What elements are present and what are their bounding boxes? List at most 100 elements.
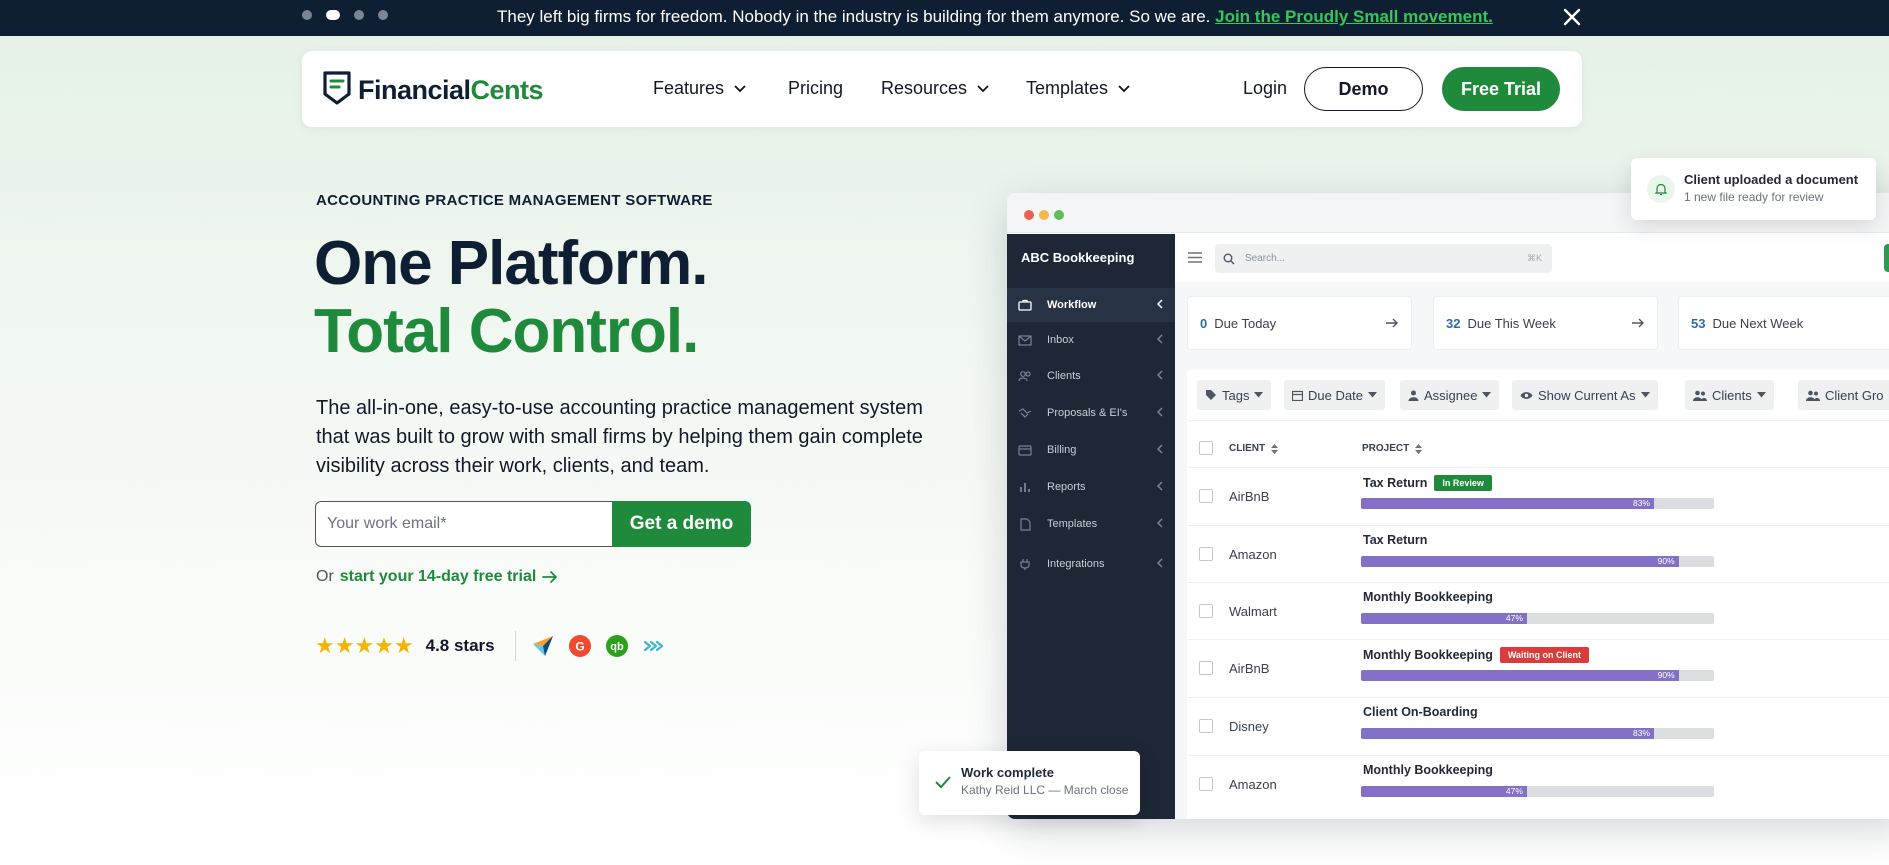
progress-label: 47% xyxy=(1505,613,1523,623)
carousel-dot[interactable] xyxy=(302,10,312,20)
row-checkbox[interactable] xyxy=(1199,489,1213,503)
project-cell[interactable]: Tax Return xyxy=(1363,533,1427,547)
sidebar-item-billing[interactable]: Billing xyxy=(1007,433,1175,467)
demo-button[interactable]: Demo xyxy=(1304,67,1423,111)
sidebar-item-label: Reports xyxy=(1047,481,1086,493)
announcement-link[interactable]: Join the Proudly Small movement. xyxy=(1215,7,1493,26)
column-header-project[interactable]: PROJECT xyxy=(1362,443,1423,454)
free-trial-button[interactable]: Free Trial xyxy=(1442,67,1560,111)
progress-fill: 90% xyxy=(1361,670,1679,681)
work-email-input[interactable] xyxy=(315,501,612,547)
nav-features-label: Features xyxy=(653,78,725,98)
trial-line: Or start your 14-day free trial xyxy=(316,568,558,586)
client-cell[interactable]: Amazon xyxy=(1229,777,1277,792)
project-name: Tax Return xyxy=(1363,533,1428,547)
sidebar-item-workflow[interactable]: Workflow xyxy=(1007,288,1175,322)
select-all-checkbox[interactable] xyxy=(1199,441,1213,455)
row-checkbox[interactable] xyxy=(1199,777,1213,791)
firm-name: ABC Bookkeeping xyxy=(1021,250,1135,265)
filter-show-current-as[interactable]: Show Current As xyxy=(1512,380,1658,410)
project-cell[interactable]: Tax Return In Review xyxy=(1363,475,1492,491)
sidebar-item-templates[interactable]: Templates xyxy=(1007,507,1175,541)
due-next-week-card[interactable]: 53 Due Next Week xyxy=(1678,296,1889,350)
filter-assignee[interactable]: Assignee xyxy=(1400,380,1500,410)
sidebar-item-label: Proposals & EI's xyxy=(1047,407,1128,419)
sidebar-item-integrations[interactable]: Integrations xyxy=(1007,547,1175,581)
nav-templates[interactable]: Templates xyxy=(1026,78,1130,99)
row-checkbox[interactable] xyxy=(1199,661,1213,675)
table-row[interactable]: AirBnBTax ReturnIn Review83%A xyxy=(1187,467,1889,525)
table-row[interactable]: AmazonTax Return90%A xyxy=(1187,525,1889,583)
arrow-right-icon xyxy=(1632,318,1644,328)
client-cell[interactable]: Amazon xyxy=(1229,547,1277,562)
client-cell[interactable]: AirBnB xyxy=(1229,661,1269,676)
arrow-right-icon[interactable] xyxy=(542,570,558,584)
sort-icon xyxy=(1415,443,1423,454)
app-preview: ABC Bookkeeping Workflow Inbox Clients P… xyxy=(1007,193,1889,819)
logo-mark-icon xyxy=(322,70,352,111)
progress-bar: 83% xyxy=(1361,728,1714,739)
column-header-client[interactable]: CLIENT xyxy=(1229,443,1279,454)
row-checkbox[interactable] xyxy=(1199,719,1213,733)
integration-logo-icon xyxy=(641,633,667,659)
caret-down-icon xyxy=(1482,392,1492,398)
progress-label: 83% xyxy=(1632,498,1650,508)
notification-subtitle: Kathy Reid LLC — March close xyxy=(961,783,1129,797)
sidebar-item-label: Workflow xyxy=(1047,299,1097,311)
nav-pricing[interactable]: Pricing xyxy=(788,78,843,99)
client-cell[interactable]: Walmart xyxy=(1229,604,1277,619)
due-today-card[interactable]: 0 Due Today xyxy=(1187,296,1412,350)
table-row[interactable]: AirBnB Monthly Bookkeeping Waiting on Clie… xyxy=(1187,639,1889,697)
progress-fill: 47% xyxy=(1361,786,1527,797)
row-checkbox[interactable] xyxy=(1199,604,1213,618)
svg-text:qb: qb xyxy=(610,641,624,653)
project-name: Client On-Boarding xyxy=(1363,705,1478,719)
checkmark-icon xyxy=(935,776,951,789)
main-nav: FinancialCents Features Pricing Resource… xyxy=(302,51,1582,127)
free-trial-link[interactable]: start your 14-day free trial xyxy=(340,568,537,586)
sidebar-item-proposals[interactable]: Proposals & EI's xyxy=(1007,396,1175,430)
filter-clients[interactable]: Clients xyxy=(1685,380,1774,410)
upload-notification[interactable]: Client uploaded a document 1 new file re… xyxy=(1631,158,1876,220)
star-rating-icon: ★★★★★ xyxy=(315,633,414,658)
carousel-dot[interactable] xyxy=(354,10,364,20)
client-cell[interactable]: AirBnB xyxy=(1229,489,1269,504)
sidebar-item-clients[interactable]: Clients xyxy=(1007,359,1175,393)
carousel-dot[interactable] xyxy=(378,10,388,20)
row-checkbox[interactable] xyxy=(1199,547,1213,561)
sidebar-item-reports[interactable]: Reports xyxy=(1007,470,1175,504)
get-demo-button[interactable]: Get a demo xyxy=(612,501,751,547)
due-this-week-card[interactable]: 32 Due This Week xyxy=(1433,296,1658,350)
nav-features[interactable]: Features xyxy=(653,78,746,99)
hero-headline: One Platform. Total Control. xyxy=(314,230,709,366)
new-button[interactable] xyxy=(1884,244,1889,272)
close-icon[interactable] xyxy=(1560,5,1584,29)
carousel-dot-active[interactable] xyxy=(326,10,340,20)
logo[interactable]: FinancialCents xyxy=(322,70,544,111)
filter-label: Tags xyxy=(1222,387,1250,403)
filter-due-date[interactable]: Due Date xyxy=(1284,380,1385,410)
filter-label: Assignee xyxy=(1424,387,1478,403)
app-search[interactable]: Search... ⌘K xyxy=(1215,244,1552,273)
project-cell[interactable]: Monthly Bookkeeping Waiting on Client xyxy=(1363,647,1590,663)
client-cell[interactable]: Disney xyxy=(1229,719,1269,734)
table-row[interactable]: Walmart Monthly Bookkeeping 47% xyxy=(1187,582,1889,640)
sidebar-item-inbox[interactable]: Inbox xyxy=(1007,323,1175,357)
trial-prefix: Or xyxy=(316,568,334,585)
filter-tags[interactable]: Tags xyxy=(1197,380,1272,410)
project-cell[interactable]: Monthly Bookkeeping xyxy=(1363,763,1493,777)
work-complete-notification[interactable]: Work complete Kathy Reid LLC — March clo… xyxy=(919,751,1140,815)
filter-client-groups[interactable]: Client Gro xyxy=(1798,380,1889,410)
nav-resources[interactable]: Resources xyxy=(881,78,989,99)
progress-label: 83% xyxy=(1632,728,1650,738)
due-count: 53 xyxy=(1691,315,1706,331)
login-link[interactable]: Login xyxy=(1243,78,1287,99)
table-row[interactable]: DisneyClient On-Boarding83%F xyxy=(1187,697,1889,755)
menu-icon[interactable] xyxy=(1188,252,1202,263)
sort-icon xyxy=(1271,443,1279,454)
project-cell[interactable]: Monthly Bookkeeping xyxy=(1363,590,1493,604)
table-row[interactable]: Amazon Monthly Bookkeeping 47% xyxy=(1187,755,1889,813)
project-cell[interactable]: Client On-Boarding xyxy=(1363,705,1478,719)
project-name: Monthly Bookkeeping xyxy=(1363,648,1493,662)
credit-card-icon xyxy=(1017,442,1033,458)
